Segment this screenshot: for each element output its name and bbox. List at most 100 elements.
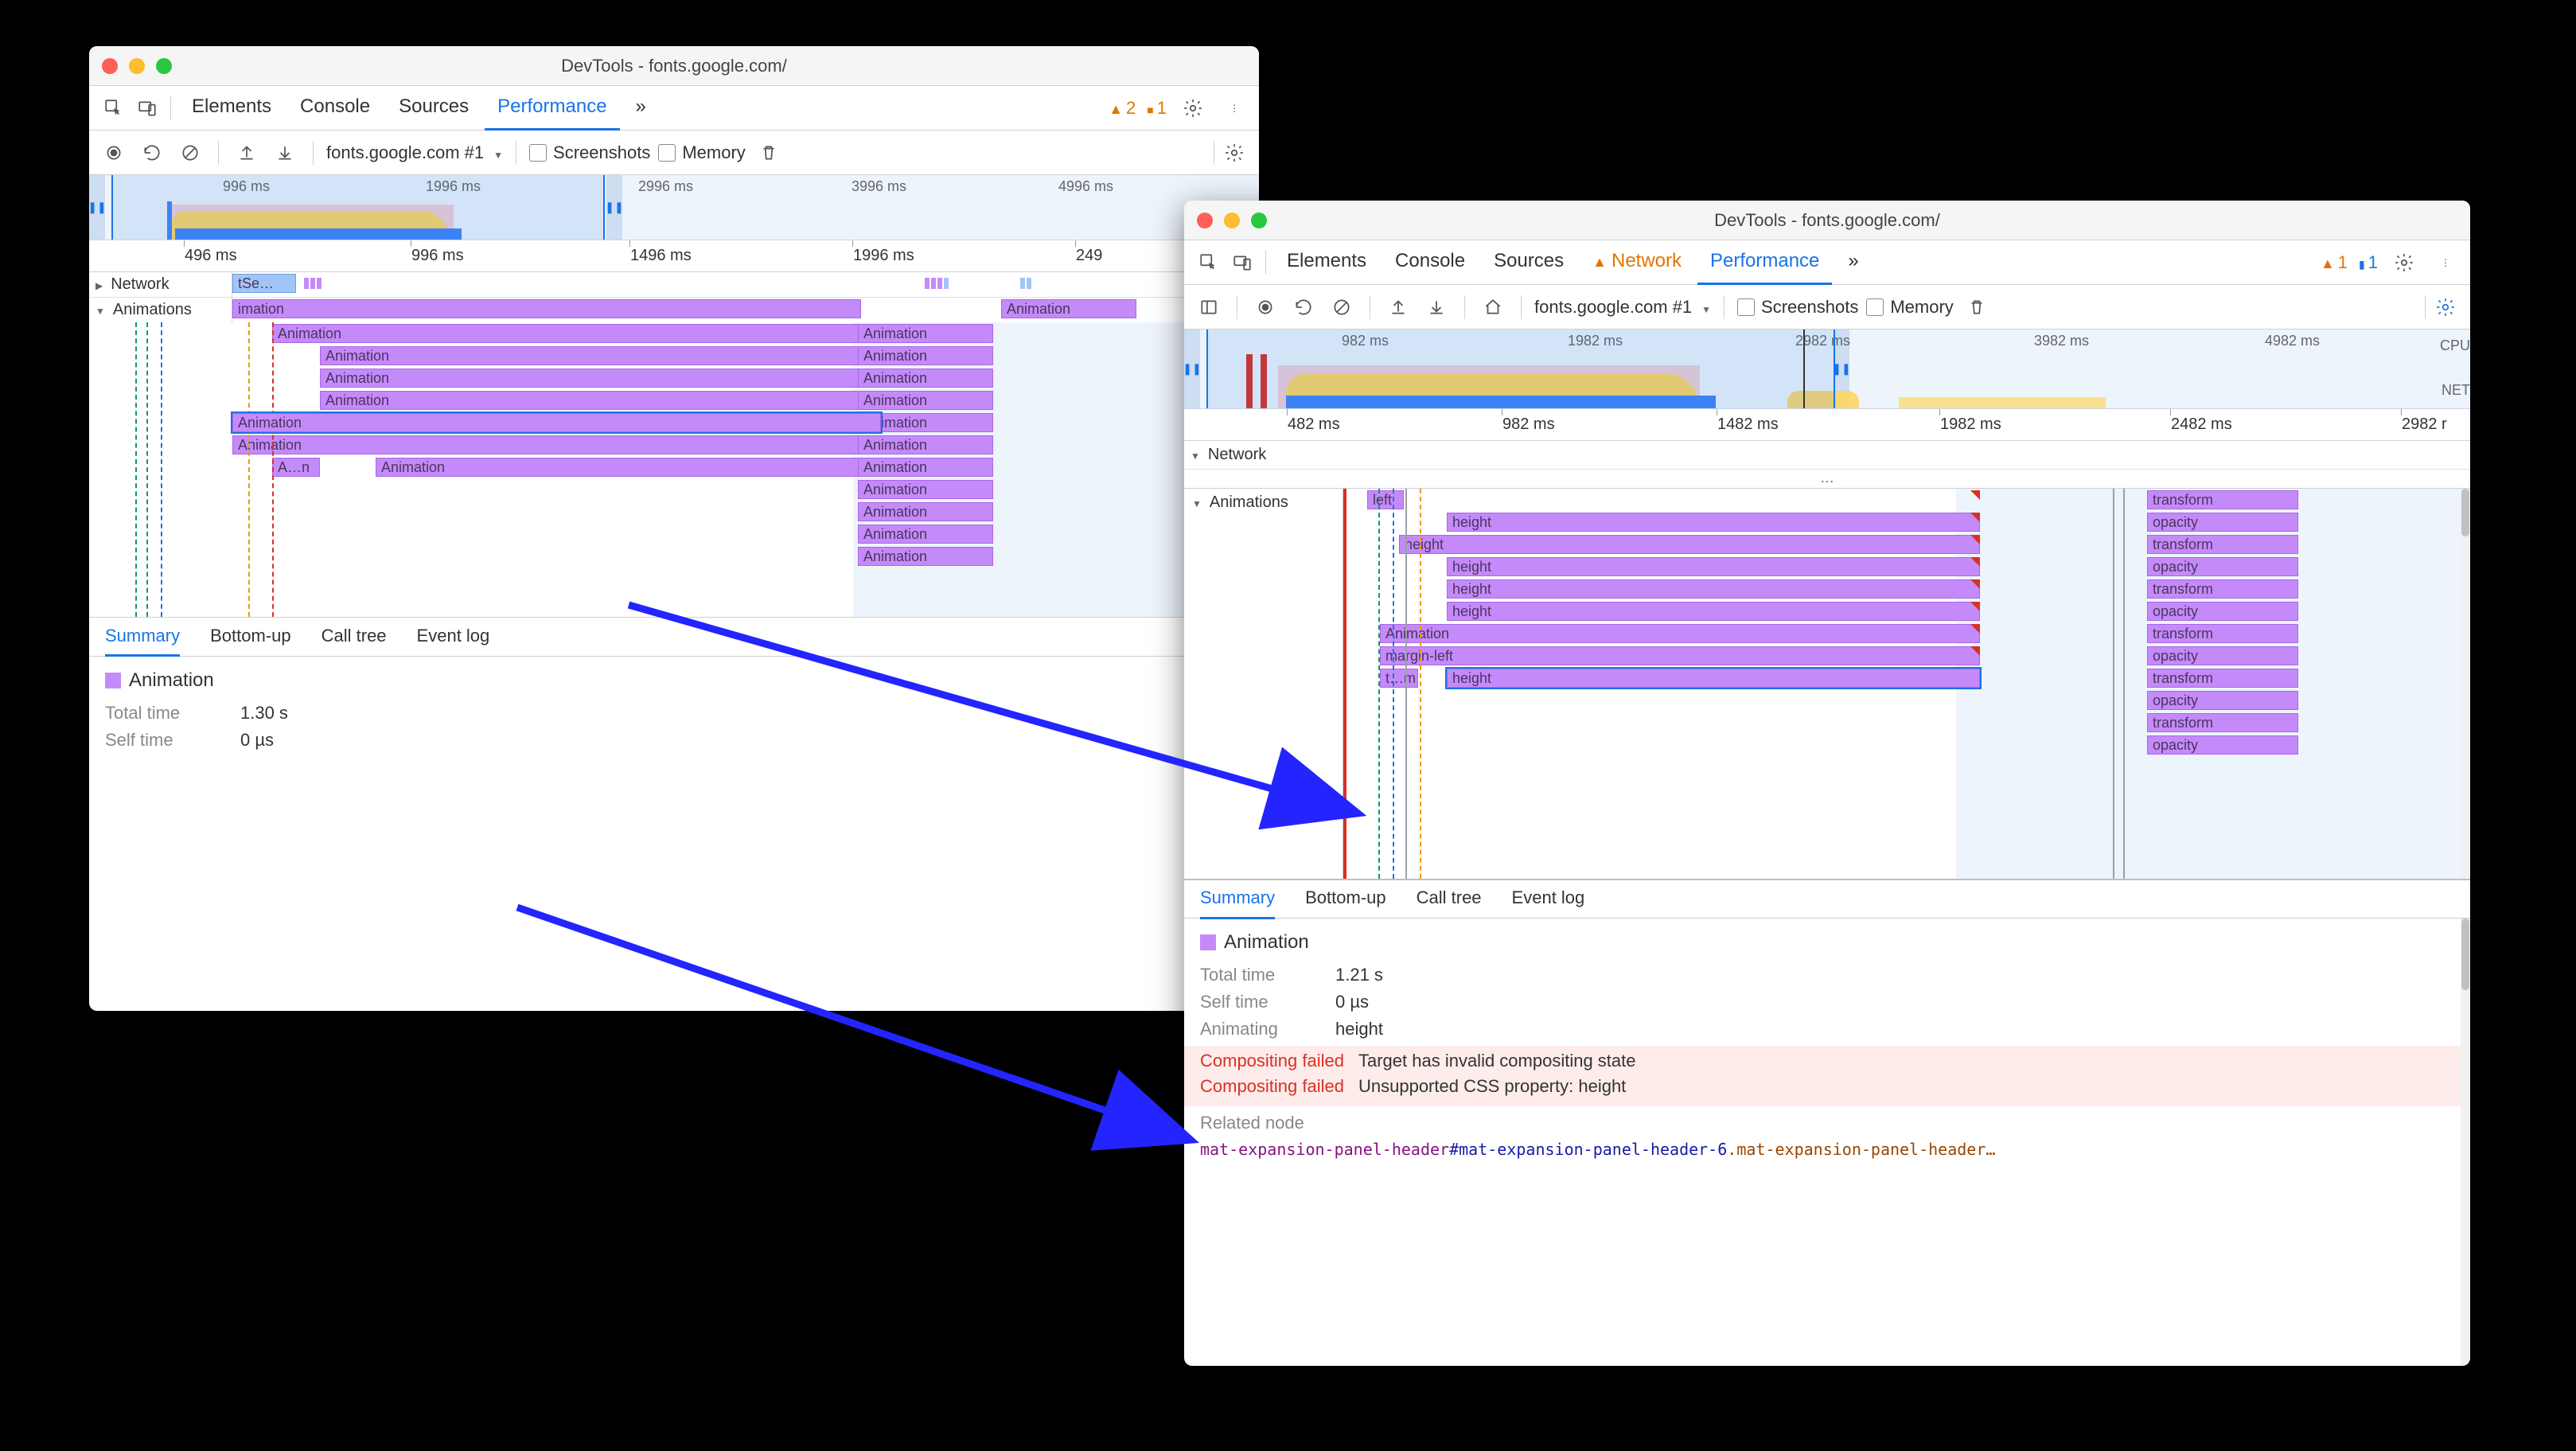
timeline-ruler[interactable]: 482 ms 982 ms 1482 ms 1982 ms 2482 ms 29… [1184,409,2470,441]
animations-disclosure[interactable] [1192,493,1205,512]
flame-event[interactable]: opacity [2147,646,2298,665]
tab-more[interactable]: » [1835,240,1871,285]
flame-event[interactable]: height [1447,579,1980,599]
record-button[interactable] [99,138,129,168]
capture-settings-icon[interactable] [1219,138,1249,168]
inspect-element-icon[interactable] [99,93,129,123]
inspect-element-icon[interactable] [1194,248,1224,278]
upload-profile-icon[interactable] [232,138,262,168]
flame-event[interactable]: Animation [1380,624,1980,643]
recording-select[interactable]: fonts.google.com #1 [1534,297,1711,318]
minimize-window-button[interactable] [1224,213,1240,228]
tab-more[interactable]: » [623,86,659,131]
flame-event[interactable]: Animation [858,480,993,499]
reload-record-button[interactable] [137,138,167,168]
flame-event[interactable]: Animation [858,369,993,388]
tab-console[interactable]: Console [287,86,383,131]
flame-event[interactable]: Animation [1001,299,1136,318]
flame-event[interactable]: A…n [272,458,320,477]
home-icon[interactable] [1478,292,1508,322]
close-window-button[interactable] [1197,213,1213,228]
flame-event[interactable]: Animation [858,525,993,544]
expand-more[interactable]: … [1184,470,2470,489]
device-mode-icon[interactable] [132,93,162,123]
flamechart[interactable]: leftheightheightheightheightheightAnimat… [1343,489,2470,879]
flame-event-selected[interactable]: height [1447,669,1980,688]
clear-button[interactable] [1327,292,1357,322]
flame-event[interactable]: height [1399,535,1980,554]
flame-event[interactable]: Animation [320,369,877,388]
flame-event[interactable]: Animation [376,458,877,477]
flame-event[interactable]: Animation [858,458,993,477]
screenshots-checkbox[interactable]: Screenshots [1737,297,1858,318]
network-lane[interactable]: Network [1184,441,2470,470]
memory-checkbox[interactable]: Memory [658,142,745,163]
network-lane[interactable]: Network tSe… [89,272,1259,298]
flame-event[interactable]: height [1447,602,1980,621]
flame-event[interactable]: opacity [2147,513,2298,532]
warnings-badge[interactable]: 1 [2321,252,2348,273]
upload-profile-icon[interactable] [1383,292,1413,322]
flame-event[interactable]: opacity [2147,735,2298,755]
timeline-ruler[interactable]: 496 ms 996 ms 1496 ms 1996 ms 249 [89,240,1259,272]
more-menu-icon[interactable]: ⋮ [2430,248,2461,278]
maximize-window-button[interactable] [156,58,172,74]
tab-summary[interactable]: Summary [105,617,180,657]
recording-select[interactable]: fonts.google.com #1 [326,142,503,163]
settings-icon[interactable] [1178,93,1208,123]
screenshots-checkbox[interactable]: Screenshots [529,142,650,163]
flame-event[interactable]: imation [232,299,861,318]
tab-elements[interactable]: Elements [179,86,284,131]
flame-event[interactable]: transform [2147,490,2298,509]
tab-network[interactable]: Network [1580,240,1694,285]
flame-event[interactable]: transform [2147,579,2298,599]
garbage-collect-icon[interactable] [754,138,784,168]
flame-event[interactable]: Animation [320,391,877,410]
flame-event[interactable]: opacity [2147,557,2298,576]
memory-checkbox[interactable]: Memory [1866,297,1953,318]
flame-event[interactable]: Animation [320,346,877,365]
tab-bottomup[interactable]: Bottom-up [210,617,291,657]
animations-lane[interactable]: Animations imation Animation [89,298,1259,322]
flame-event[interactable]: transform [2147,624,2298,643]
tab-sources[interactable]: Sources [1481,240,1576,285]
tab-performance[interactable]: Performance [485,86,619,131]
tab-bottomup[interactable]: Bottom-up [1305,880,1386,919]
tab-calltree[interactable]: Call tree [1417,880,1482,919]
flame-event[interactable]: Animation [232,435,879,454]
tab-calltree[interactable]: Call tree [322,617,387,657]
download-profile-icon[interactable] [270,138,300,168]
clear-button[interactable] [175,138,205,168]
flame-event[interactable]: opacity [2147,602,2298,621]
flame-event[interactable]: opacity [2147,691,2298,710]
timeline-overview[interactable]: ❚❚ ❚❚ 982 ms 1982 ms 2982 ms 3982 ms 498… [1184,330,2470,409]
messages-badge[interactable]: 1 [2359,252,2378,273]
scrollbar-vertical[interactable] [2461,489,2470,879]
close-window-button[interactable] [102,58,118,74]
download-profile-icon[interactable] [1421,292,1452,322]
flame-event[interactable]: Animation [272,324,877,343]
flamechart[interactable]: Animation Animation Animation Animation … [89,322,1259,617]
flame-event[interactable]: height [1447,513,1980,532]
overview-left-handle[interactable]: ❚❚ [1184,330,1200,408]
tab-performance[interactable]: Performance [1697,240,1832,285]
flame-event[interactable]: transform [2147,535,2298,554]
device-mode-icon[interactable] [1227,248,1257,278]
settings-icon[interactable] [2389,248,2419,278]
flame-event[interactable]: Animation [858,502,993,521]
animations-disclosure[interactable] [95,301,108,319]
reload-record-button[interactable] [1288,292,1319,322]
flame-event-selected[interactable]: Animation [232,413,881,432]
timeline-overview[interactable]: ❚❚ ❚❚ 996 ms 1996 ms 2996 ms 3996 ms 499… [89,175,1259,240]
flame-event[interactable]: Animation [858,391,993,410]
network-item[interactable]: tSe… [232,274,296,293]
flame-event[interactable]: height [1447,557,1980,576]
flame-event[interactable]: Animation [858,547,993,566]
issues-badge[interactable]: 1 [1147,98,1167,119]
minimize-window-button[interactable] [129,58,145,74]
flame-event[interactable]: Animation [858,435,993,454]
overview-selection[interactable] [1206,330,1835,408]
flame-event[interactable]: Animation [858,324,993,343]
related-node-link[interactable]: mat-expansion-panel-header#mat-expansion… [1200,1140,2454,1159]
scrollbar-vertical[interactable] [2461,919,2470,1366]
